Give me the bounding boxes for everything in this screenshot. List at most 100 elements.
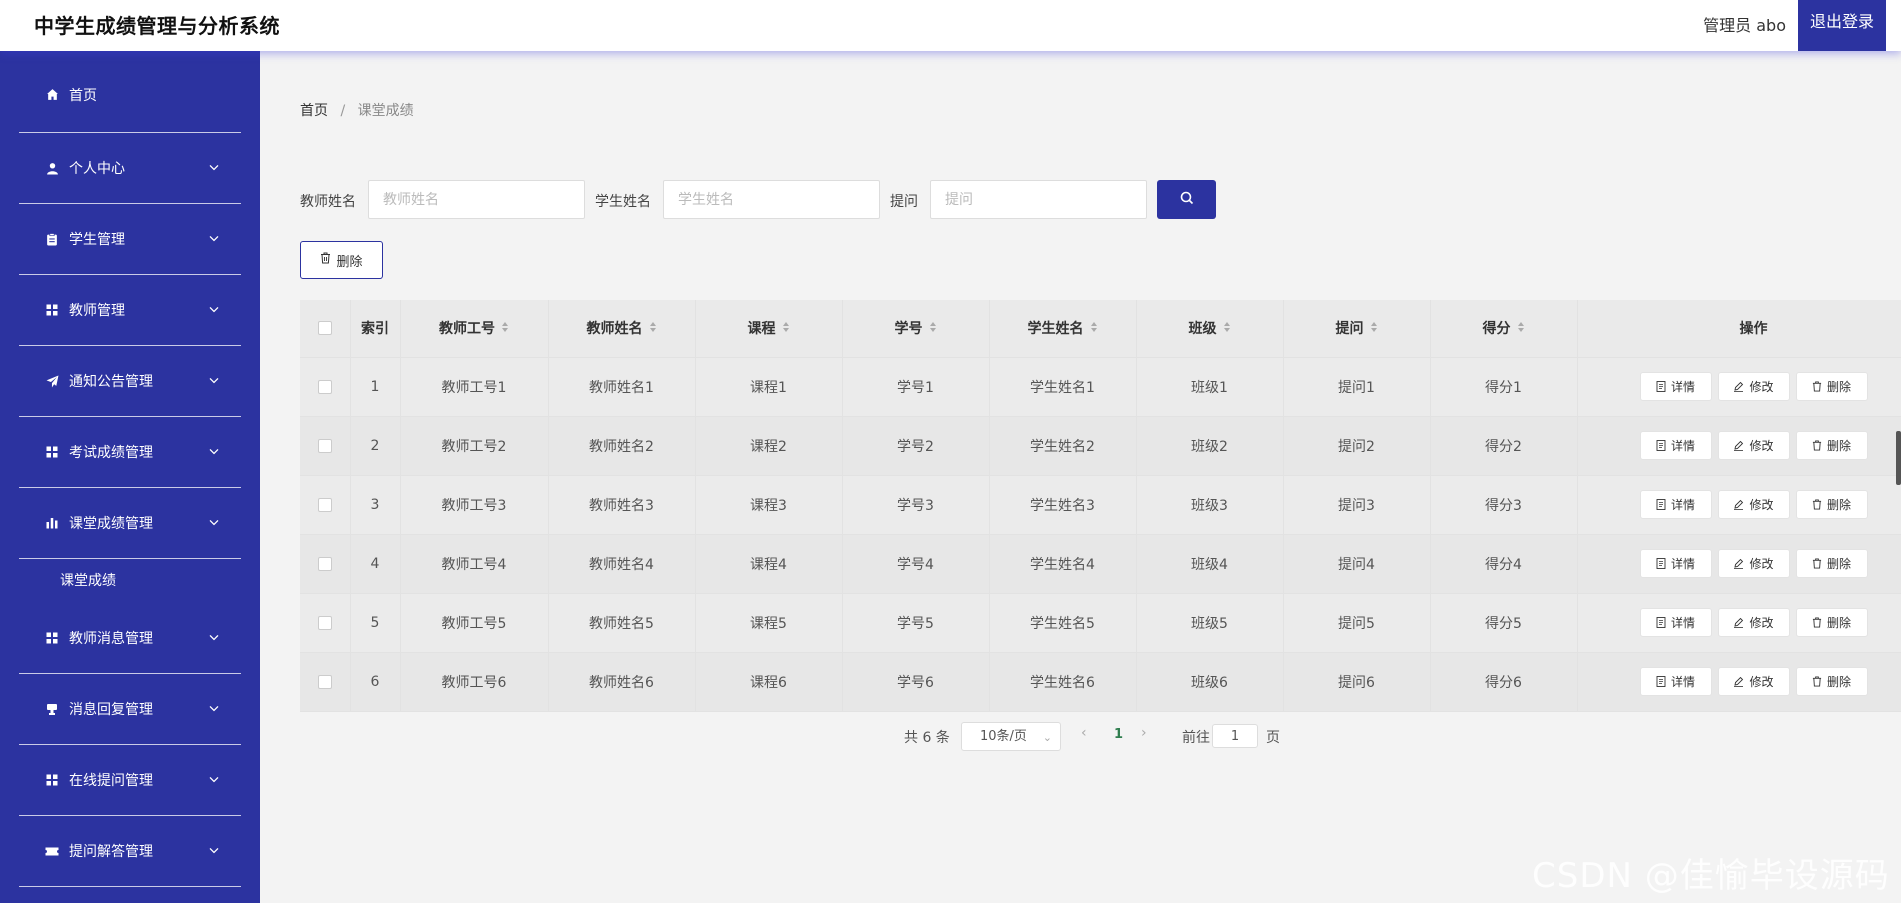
sidebar-item-teacher-management[interactable]: 教师管理	[19, 275, 241, 346]
sort-icon[interactable]	[501, 321, 509, 337]
sidebar-item-home[interactable]: 首页	[19, 57, 241, 133]
edit-button[interactable]: 修改	[1717, 667, 1790, 696]
sort-icon[interactable]	[1223, 321, 1231, 337]
chevron-down-icon	[209, 628, 219, 644]
sidebar-item-online-question-management[interactable]: 在线提问管理	[19, 745, 241, 816]
column-header-course[interactable]: 课程	[695, 300, 843, 358]
edit-button[interactable]: 修改	[1717, 608, 1790, 637]
detail-button[interactable]: 详情	[1639, 490, 1712, 519]
edit-icon	[1734, 440, 1744, 451]
table-row: 2 教师工号2 教师姓名2 课程2 学号2 学生姓名2 班级2 提问2 得分2 详情 修改 删除	[300, 416, 1901, 476]
sort-icon[interactable]	[1090, 321, 1098, 337]
table-row: 6 教师工号6 教师姓名6 课程6 学号6 学生姓名6 班级6 提问6 得分6 详情 修改 删除	[300, 652, 1901, 712]
document-icon	[1656, 558, 1666, 569]
select-all-checkbox[interactable]	[317, 321, 332, 336]
cell-actions: 详情 修改 删除	[1577, 534, 1901, 594]
user-icon	[45, 161, 59, 175]
cell-score: 得分1	[1430, 357, 1578, 417]
scrollbar-thumb[interactable]	[1896, 431, 1901, 485]
row-checkbox[interactable]	[317, 556, 332, 571]
column-header-teacher-id[interactable]: 教师工号	[400, 300, 549, 358]
table-row: 1 教师工号1 教师姓名1 课程1 学号1 学生姓名1 班级1 提问1 得分1 详情 修改 删除	[300, 357, 1901, 417]
trash-icon	[1812, 558, 1822, 569]
edit-icon	[1734, 499, 1744, 510]
column-header-student-name[interactable]: 学生姓名	[989, 300, 1137, 358]
edit-button[interactable]: 修改	[1717, 431, 1790, 460]
sidebar-item-teacher-message-management[interactable]: 教师消息管理	[19, 603, 241, 674]
cell-course: 课程2	[695, 416, 843, 476]
page-number-current[interactable]: 1	[1114, 727, 1123, 742]
sidebar-item-student-management[interactable]: 学生管理	[19, 204, 241, 275]
score-table: 索引 教师工号 教师姓名 课程 学号 学生姓名 班级 提问 得分 操作 1 教师工…	[300, 300, 1901, 712]
row-delete-button[interactable]: 删除	[1795, 667, 1868, 696]
detail-button[interactable]: 详情	[1639, 608, 1712, 637]
sidebar-item-message-reply-management[interactable]: 消息回复管理	[19, 674, 241, 745]
cell-score: 得分3	[1430, 475, 1578, 535]
chevron-up-icon	[209, 513, 219, 529]
page-jump-input[interactable]	[1212, 724, 1258, 748]
column-header-question[interactable]: 提问	[1283, 300, 1431, 358]
row-checkbox[interactable]	[317, 497, 332, 512]
next-page-button[interactable]: ›	[1141, 725, 1147, 741]
chevron-down-icon: ⌄	[1042, 731, 1052, 744]
row-delete-button[interactable]: 删除	[1795, 608, 1868, 637]
edit-button[interactable]: 修改	[1717, 549, 1790, 578]
edit-button[interactable]: 修改	[1717, 372, 1790, 401]
row-delete-button[interactable]: 删除	[1795, 490, 1868, 519]
row-delete-button[interactable]: 删除	[1795, 431, 1868, 460]
cell-student-id: 学号6	[842, 652, 990, 712]
sidebar-item-label: 在线提问管理	[69, 773, 153, 789]
bulk-delete-button[interactable]: 删除	[300, 241, 383, 279]
chevron-down-icon	[209, 770, 219, 786]
edit-button[interactable]: 修改	[1717, 490, 1790, 519]
prev-page-button[interactable]: ‹	[1081, 725, 1087, 741]
detail-button[interactable]: 详情	[1639, 431, 1712, 460]
sidebar-item-class-score-management[interactable]: 课堂成绩管理	[19, 488, 241, 559]
sidebar-item-notice-management[interactable]: 通知公告管理	[19, 346, 241, 417]
sidebar-item-label: 个人中心	[69, 161, 125, 177]
column-header-class[interactable]: 班级	[1136, 300, 1284, 358]
page-size-select[interactable]: 10条/页 ⌄	[961, 722, 1061, 751]
trash-icon	[1812, 381, 1822, 392]
cell-student-id: 学号2	[842, 416, 990, 476]
column-header-teacher-name[interactable]: 教师姓名	[548, 300, 696, 358]
teacher-name-input[interactable]	[368, 180, 585, 219]
cell-question: 提问2	[1283, 416, 1431, 476]
logout-button[interactable]: 退出登录	[1798, 0, 1886, 51]
sidebar-item-exam-score-management[interactable]: 考试成绩管理	[19, 417, 241, 488]
row-checkbox[interactable]	[317, 615, 332, 630]
row-checkbox[interactable]	[317, 674, 332, 689]
sort-icon[interactable]	[929, 321, 937, 337]
detail-button[interactable]: 详情	[1639, 667, 1712, 696]
detail-button[interactable]: 详情	[1639, 372, 1712, 401]
detail-button[interactable]: 详情	[1639, 549, 1712, 578]
sort-icon[interactable]	[1517, 321, 1525, 337]
table-body: 1 教师工号1 教师姓名1 课程1 学号1 学生姓名1 班级1 提问1 得分1 详情 修改 删除 2 教师…	[300, 357, 1901, 712]
trash-icon	[1812, 440, 1822, 451]
row-delete-button[interactable]: 删除	[1795, 372, 1868, 401]
question-input[interactable]	[930, 180, 1147, 219]
row-checkbox[interactable]	[317, 379, 332, 394]
cell-class: 班级5	[1136, 593, 1284, 653]
sort-icon[interactable]	[1370, 321, 1378, 337]
breadcrumb-home[interactable]: 首页	[300, 103, 328, 119]
clipboard-icon	[45, 232, 59, 246]
column-header-score[interactable]: 得分	[1430, 300, 1578, 358]
page-suffix: 页	[1266, 730, 1280, 746]
edit-icon	[1734, 558, 1744, 569]
sidebar-item-question-answer-management[interactable]: 提问解答管理	[19, 816, 241, 887]
column-header-student-id[interactable]: 学号	[842, 300, 990, 358]
watermark: CSDN @佳愉毕设源码	[1532, 856, 1890, 896]
sort-icon[interactable]	[782, 321, 790, 337]
sidebar-item-personal-center[interactable]: 个人中心	[19, 133, 241, 204]
row-checkbox[interactable]	[317, 438, 332, 453]
cell-teacher-id: 教师工号4	[400, 534, 549, 594]
submenu-item-class-score[interactable]: 课堂成绩	[19, 559, 241, 603]
cell-course: 课程5	[695, 593, 843, 653]
sort-icon[interactable]	[649, 321, 657, 337]
row-delete-button[interactable]: 删除	[1795, 549, 1868, 578]
student-name-input[interactable]	[663, 180, 880, 219]
chevron-down-icon	[209, 229, 219, 245]
trash-icon	[1812, 499, 1822, 510]
search-button[interactable]	[1157, 180, 1216, 219]
